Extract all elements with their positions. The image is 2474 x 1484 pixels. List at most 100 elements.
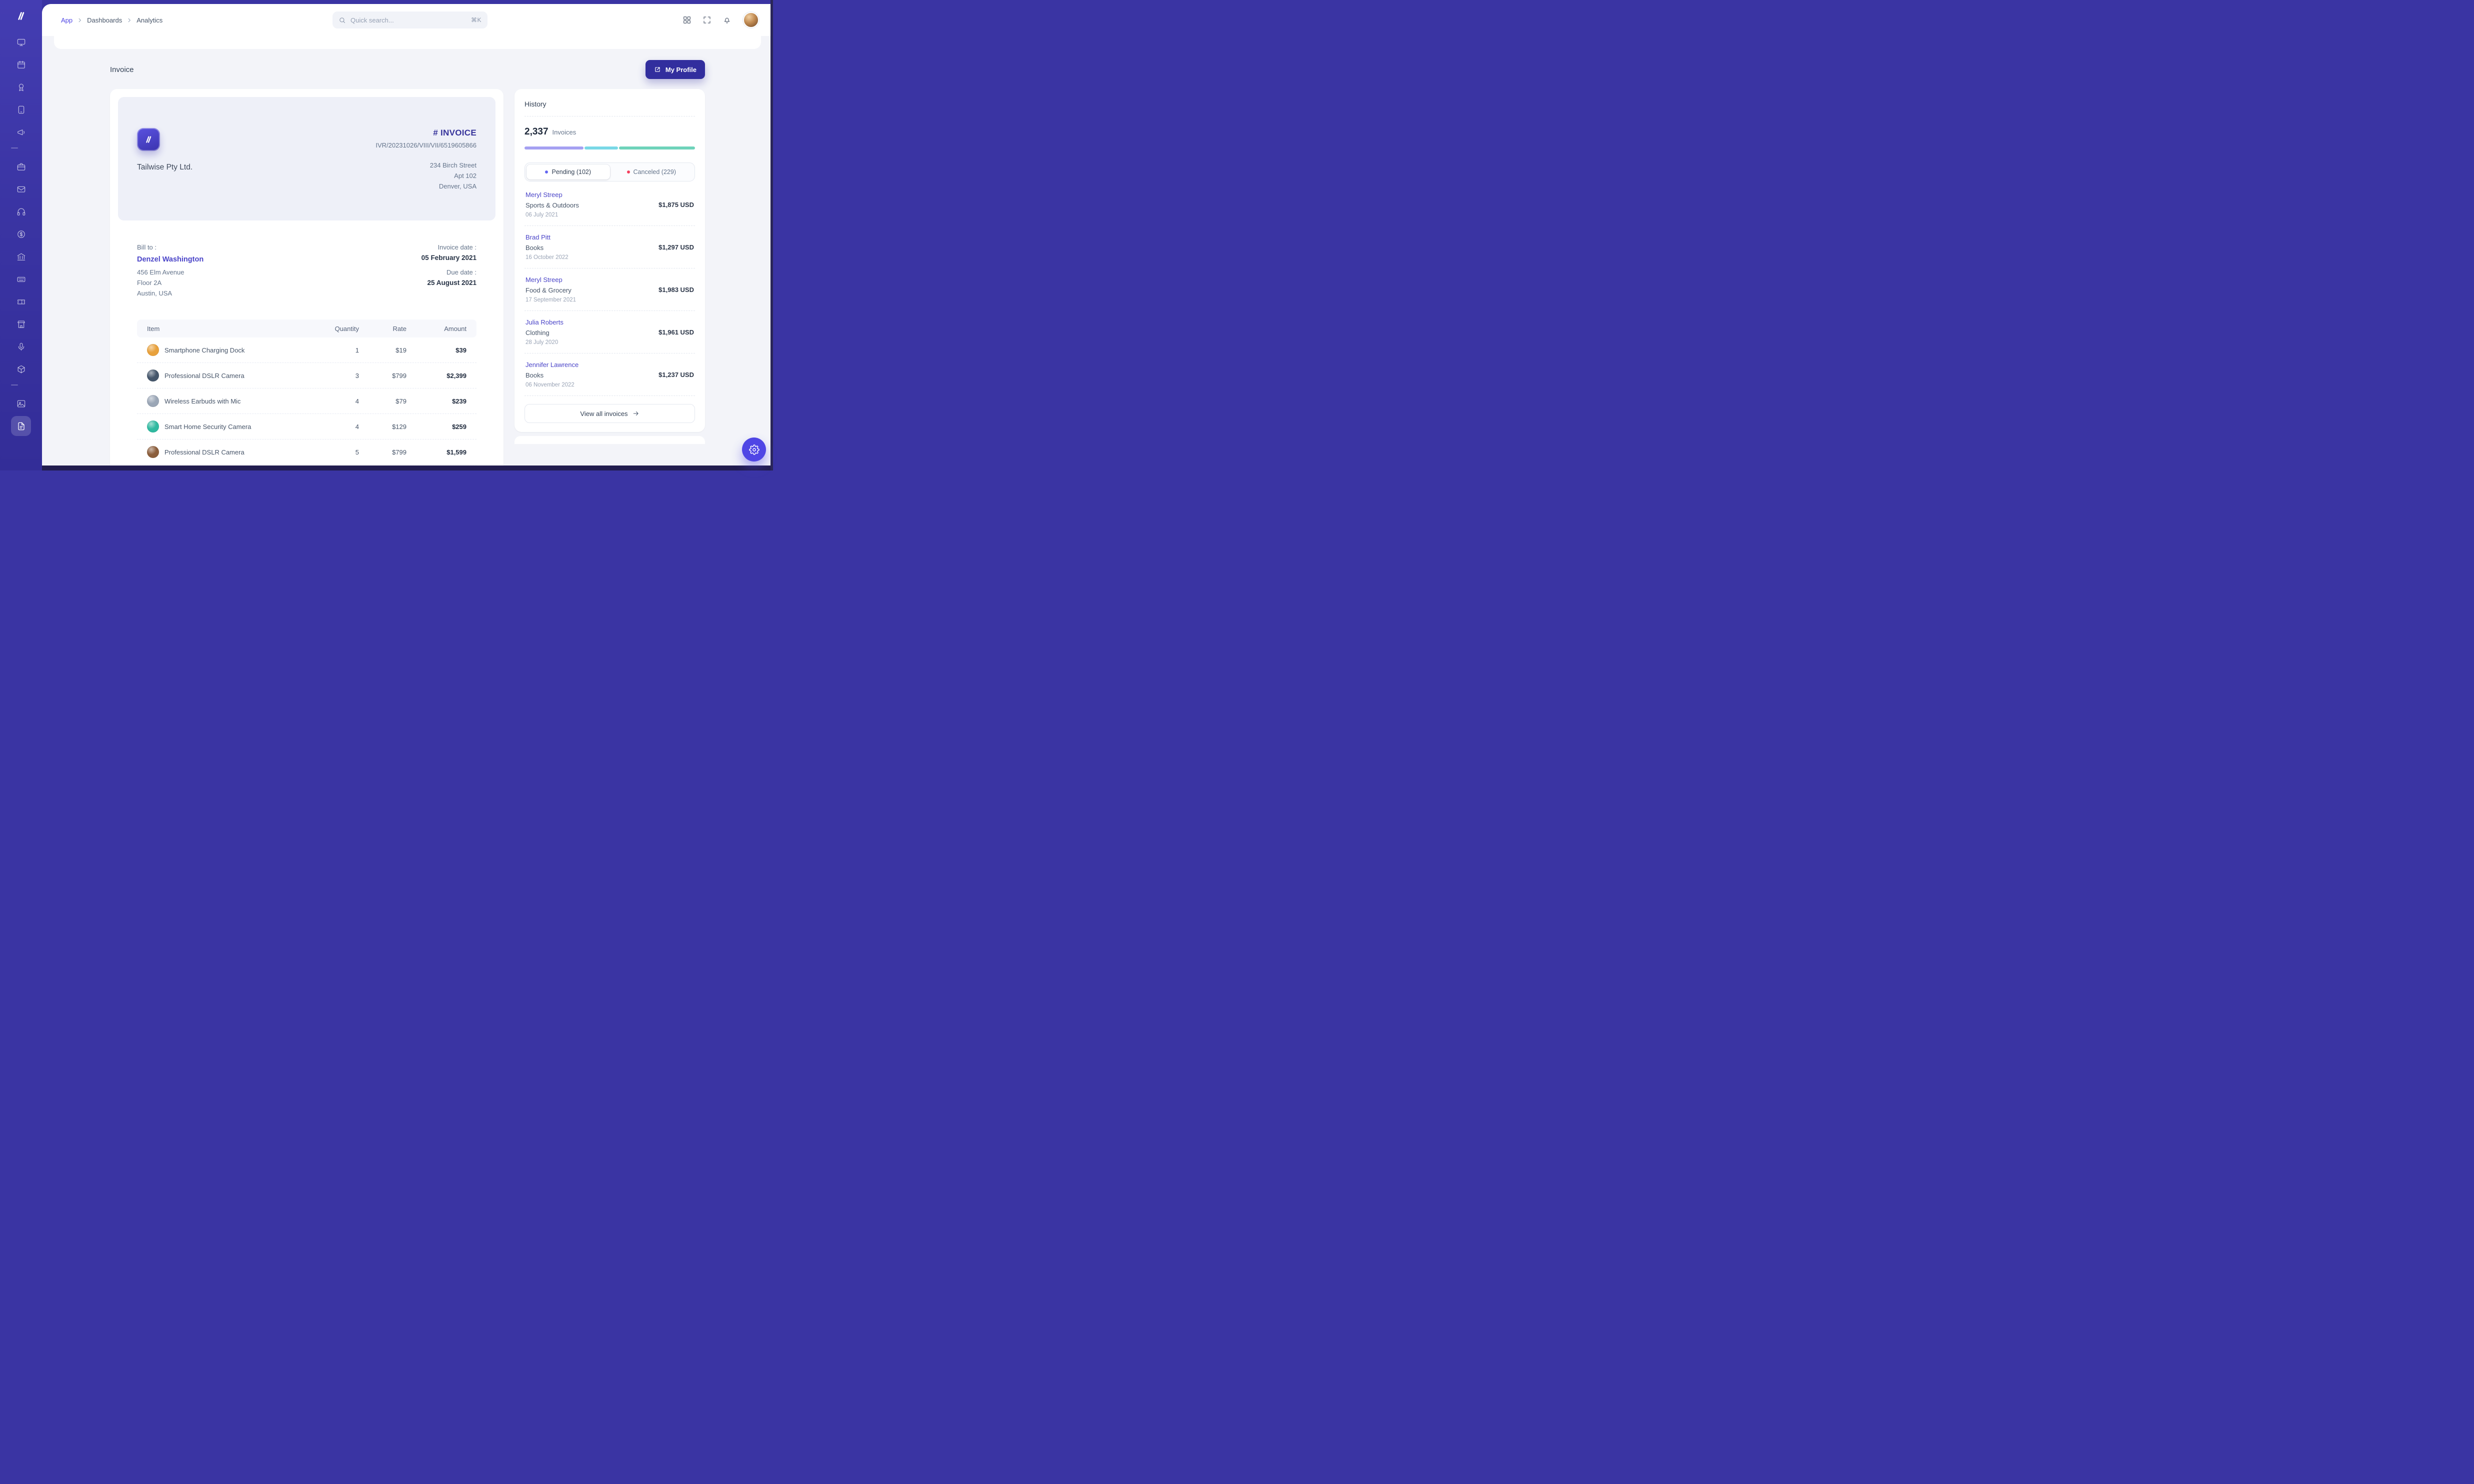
bill-to-name-link[interactable]: Denzel Washington bbox=[137, 256, 204, 264]
invoice-number: IVR/20231026/VIII/VII/6519605866 bbox=[376, 142, 476, 149]
quantity-cell: 5 bbox=[302, 448, 359, 456]
main-wrapper: App Dashboards Analytics ⌘K bbox=[42, 4, 773, 466]
page-title: Invoice bbox=[110, 66, 134, 74]
sidebar-item-payments[interactable] bbox=[11, 224, 31, 244]
notifications-button[interactable] bbox=[719, 12, 735, 28]
quick-search[interactable]: ⌘K bbox=[332, 12, 488, 28]
entry-info: Brad PittBooks16 October 2022 bbox=[526, 234, 568, 260]
sidebar-item-announcements[interactable] bbox=[11, 122, 31, 142]
apps-grid-button[interactable] bbox=[679, 12, 695, 28]
gear-icon bbox=[749, 444, 760, 455]
entry-amount: $1,875 USD bbox=[658, 201, 694, 208]
history-list-item[interactable]: Meryl StreepSports & Outdoors06 July 202… bbox=[524, 184, 695, 226]
keyboard-icon bbox=[16, 274, 26, 284]
breadcrumb-link-dashboards[interactable]: Dashboards bbox=[87, 16, 122, 24]
amount-cell: $2,399 bbox=[406, 372, 466, 380]
headset-icon bbox=[16, 207, 26, 216]
coin-icon bbox=[16, 230, 26, 239]
sidebar-item-invoices[interactable] bbox=[11, 416, 31, 436]
entry-date: 28 July 2020 bbox=[526, 340, 564, 346]
view-all-invoices-button[interactable]: View all invoices bbox=[524, 404, 695, 423]
item-cell: Smartphone Charging Dock bbox=[147, 344, 302, 356]
status-dot-icon bbox=[545, 170, 548, 174]
external-link-icon bbox=[654, 66, 661, 73]
entry-info: Julia RobertsClothing28 July 2020 bbox=[526, 318, 564, 346]
customer-name: Julia Roberts bbox=[526, 318, 564, 326]
arrow-right-icon bbox=[632, 410, 640, 417]
entry-amount: $1,237 USD bbox=[658, 371, 694, 378]
sidebar-item-rewards[interactable] bbox=[11, 77, 31, 97]
sidebar-item-displays[interactable] bbox=[11, 32, 31, 52]
customer-name: Meryl Streep bbox=[526, 276, 576, 284]
fullscreen-button[interactable] bbox=[699, 12, 715, 28]
page-scrollbar[interactable] bbox=[770, 0, 773, 470]
amount-cell: $39 bbox=[406, 346, 466, 354]
item-name: Professional DSLR Camera bbox=[164, 372, 244, 380]
tab-pending[interactable]: Pending (102) bbox=[526, 164, 610, 180]
sidebar-item-inbox[interactable] bbox=[11, 179, 31, 199]
topbar: App Dashboards Analytics ⌘K bbox=[42, 4, 773, 36]
invoice-table-body: Smartphone Charging Dock1$19$39 Professio… bbox=[137, 338, 476, 465]
notifications-bell-icon bbox=[722, 16, 732, 24]
breadcrumb-link-app[interactable]: App bbox=[61, 16, 72, 24]
item-name: Professional DSLR Camera bbox=[164, 448, 244, 456]
sidebar-item-projects[interactable] bbox=[11, 156, 31, 176]
invoice-table-header: Item Quantity Rate Amount bbox=[137, 320, 476, 338]
settings-fab-button[interactable] bbox=[742, 438, 766, 462]
bank-icon bbox=[16, 252, 26, 262]
mail-icon bbox=[16, 184, 26, 194]
invoice-table-row: Smartphone Charging Dock1$19$39 bbox=[137, 338, 476, 363]
sidebar-item-banking[interactable] bbox=[11, 246, 31, 266]
history-list-item[interactable]: Julia RobertsClothing28 July 2020$1,961 … bbox=[524, 311, 695, 354]
invoice-count: 2,337 bbox=[524, 126, 548, 138]
tab-label: Canceled (229) bbox=[634, 168, 676, 176]
sidebar-item-support[interactable] bbox=[11, 202, 31, 222]
display-icon bbox=[16, 38, 26, 47]
tab-canceled[interactable]: Canceled (229) bbox=[610, 164, 694, 180]
bill-to-address: 456 Elm Avenue Floor 2A Austin, USA bbox=[137, 267, 204, 298]
breadcrumb-current-analytics: Analytics bbox=[136, 16, 162, 24]
company-address: 234 Birch Street Apt 102 Denver, USA bbox=[376, 160, 476, 192]
search-icon bbox=[338, 16, 346, 24]
invoice-doc-title: # INVOICE bbox=[376, 128, 476, 138]
history-list-item[interactable]: Brad PittBooks16 October 2022 $1,297 USD bbox=[524, 226, 695, 268]
user-avatar[interactable] bbox=[743, 12, 759, 28]
due-date-value: 25 August 2021 bbox=[422, 279, 476, 286]
calendar-icon bbox=[16, 60, 26, 70]
company-logo-icon bbox=[137, 128, 160, 151]
right-column: History 2,337 Invoices Pending (102)Canc… bbox=[514, 89, 705, 444]
item-cell: Wireless Earbuds with Mic bbox=[147, 395, 302, 407]
sidebar-item-store[interactable] bbox=[11, 314, 31, 334]
entry-info: Jennifer LawrenceBooks06 November 2022 bbox=[526, 361, 578, 388]
history-list-item[interactable]: Jennifer LawrenceBooks06 November 2022 $1… bbox=[524, 354, 695, 396]
history-list: Meryl StreepSports & Outdoors06 July 202… bbox=[524, 184, 695, 396]
history-card: History 2,337 Invoices Pending (102)Canc… bbox=[514, 89, 705, 432]
sidebar bbox=[0, 0, 42, 470]
progress-segment-3 bbox=[619, 146, 695, 150]
category: Books bbox=[526, 372, 578, 379]
sidebar-item-gallery[interactable] bbox=[11, 394, 31, 414]
entry-amount: $1,297 USD bbox=[658, 244, 694, 251]
history-list-item[interactable]: Meryl StreepFood & Grocery17 September 2… bbox=[524, 268, 695, 311]
company-name: Tailwise Pty Ltd. bbox=[137, 163, 192, 172]
invoice-table-row: Professional DSLR Camera5$799$1,599 bbox=[137, 440, 476, 465]
product-image bbox=[147, 420, 159, 432]
search-input[interactable] bbox=[350, 16, 466, 24]
sidebar-item-calendar[interactable] bbox=[11, 54, 31, 74]
my-profile-button[interactable]: My Profile bbox=[646, 60, 705, 79]
entry-date: 16 October 2022 bbox=[526, 254, 568, 260]
sidebar-item-podcast[interactable] bbox=[11, 336, 31, 356]
invoice-table-row: Wireless Earbuds with Mic4$79$239 bbox=[137, 388, 476, 414]
invoice-table: Item Quantity Rate Amount Smartphone Cha… bbox=[118, 298, 496, 465]
sidebar-item-terminal[interactable] bbox=[11, 269, 31, 289]
sidebar-item-shipments[interactable] bbox=[11, 359, 31, 379]
sidebar-item-tickets[interactable] bbox=[11, 292, 31, 312]
sidebar-divider bbox=[11, 384, 18, 386]
bottom-edge bbox=[42, 466, 773, 470]
view-all-label: View all invoices bbox=[580, 410, 628, 418]
header-amount: Amount bbox=[406, 325, 466, 332]
sidebar-item-devices[interactable] bbox=[11, 100, 31, 120]
tailwise-logo-icon[interactable] bbox=[13, 8, 29, 24]
history-title: History bbox=[524, 100, 695, 108]
quantity-cell: 3 bbox=[302, 372, 359, 380]
